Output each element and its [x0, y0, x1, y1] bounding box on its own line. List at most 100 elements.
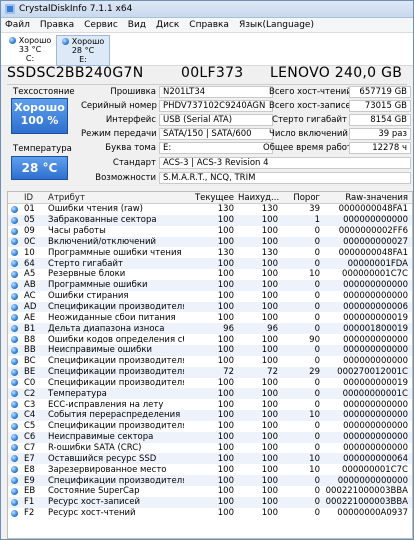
status-good-icon — [8, 422, 24, 430]
erased-gb-label: Стерто гигабайт — [272, 115, 347, 125]
attr-threshold: 0 — [314, 497, 320, 508]
attr-worst: 100 — [261, 312, 278, 323]
table-row[interactable]: F2 Ресурс хост-чтений 100 100 0 00000000A0937 — [8, 507, 412, 519]
attr-name: Спецификации производителя — [48, 377, 184, 388]
attr-raw: 000000000000 — [343, 334, 408, 345]
table-row[interactable]: F1 Ресурс хост-записей 100 100 0 000221000003… — [8, 496, 412, 508]
attr-current: 100 — [217, 399, 234, 410]
status-good-icon — [11, 281, 18, 289]
attr-name: Неисправимые сектора — [48, 432, 154, 443]
power-on-count-value: 39 раз — [349, 128, 411, 140]
table-row[interactable]: E9 Спецификации производителя 100 100 0 00000… — [8, 475, 412, 486]
firmware-label: Прошивка — [110, 87, 156, 97]
table-row[interactable]: 0C Включений/отключений 100 100 0 00000000002… — [8, 236, 412, 248]
status-good-icon — [8, 325, 24, 333]
firmware-value: N201LT34 — [159, 86, 273, 98]
drive-c-button[interactable]: Хорошо 33 °C C: — [4, 35, 56, 64]
status-good-icon — [8, 270, 24, 278]
status-good-icon — [11, 314, 18, 322]
transfer-mode-label: Режим передачи — [81, 129, 157, 139]
table-row[interactable]: 01 Ошибки чтения (raw) 130 130 39 0000000048F… — [8, 204, 412, 215]
menu-edit[interactable]: Правка — [40, 20, 74, 30]
status-good-icon — [11, 325, 18, 333]
host-writes-value: 73015 GB — [349, 100, 411, 112]
table-row[interactable]: AE Неожиданные сбои питания 100 100 0 0000000… — [8, 312, 412, 324]
attr-id: F1 — [24, 497, 35, 508]
attr-threshold: 0 — [314, 399, 320, 410]
attr-threshold: 0 — [314, 291, 320, 302]
status-good-icon — [8, 477, 24, 485]
table-row[interactable]: 09 Часы работы 100 100 0 0000000002FF6 — [8, 225, 412, 237]
col-id[interactable]: ID — [24, 193, 48, 203]
drive-e-button[interactable]: Хорошо 28 °C E: — [56, 35, 110, 66]
attr-worst: 130 — [261, 204, 278, 215]
table-row[interactable]: C7 R-ошибки SATA (CRC) 100 100 0 000000000000 — [8, 442, 412, 454]
attr-name: Программные ошибки чтения — [48, 247, 182, 258]
attr-worst: 100 — [261, 442, 278, 453]
attr-threshold: 10 — [309, 464, 320, 475]
status-good-icon — [11, 216, 18, 224]
table-row[interactable]: AC Ошибки стирания 100 100 0 000000000000 — [8, 290, 412, 302]
attr-threshold: 0 — [314, 475, 320, 486]
volume-letter-value: E: — [159, 142, 273, 154]
attr-raw: 000221000003BBA — [325, 497, 408, 508]
smart-table-body: 01 Ошибки чтения (raw) 130 130 39 0000000048F… — [8, 204, 412, 519]
attr-raw: 000000000000 — [343, 421, 408, 432]
table-row[interactable]: C5 Спецификации производителя 100 100 0 00000… — [8, 420, 412, 432]
attr-threshold: 0 — [314, 312, 320, 323]
status-good-icon — [8, 37, 16, 44]
health-status-button[interactable]: Хорошо 100 % — [11, 98, 68, 134]
power-on-hours-value: 12278 ч — [349, 142, 411, 154]
attr-worst: 100 — [261, 236, 278, 247]
smart-table-header: ID Атрибут Текущее Наихуд... Порог Raw-з… — [8, 192, 412, 204]
table-row[interactable]: C0 Спецификации производителя 100 100 0 00000… — [8, 377, 412, 389]
attr-raw: 000000000000 — [343, 399, 408, 410]
col-current[interactable]: Текущее — [184, 193, 238, 203]
table-row[interactable]: AB Программные ошибки 100 100 0 000000000000 — [8, 279, 412, 291]
status-good-icon — [11, 379, 18, 387]
table-row[interactable]: E7 Оставшийся ресурс SSD 100 100 10 000000000… — [8, 453, 412, 465]
attr-name: Неисправимые ошибки — [48, 345, 152, 356]
attr-raw: 000001800019 — [343, 323, 408, 334]
table-row[interactable]: C4 События перераспределения 100 100 10 00000… — [8, 410, 412, 421]
status-good-icon — [11, 390, 18, 398]
attr-raw: 000000000000 — [343, 410, 408, 421]
table-row[interactable]: EB Состояние SuperCap 100 100 0 000221000003B… — [8, 485, 412, 497]
attr-worst: 100 — [261, 508, 278, 519]
status-good-icon — [11, 498, 18, 506]
table-row[interactable]: C3 ECC-исправления на лету 100 100 0 00000000… — [8, 399, 412, 411]
table-row[interactable]: A5 Резервные блоки 100 100 10 000000001C7C — [8, 269, 412, 280]
status-good-icon — [11, 357, 18, 365]
table-row[interactable]: BC Спецификации производителя 100 100 0 00000… — [8, 355, 412, 367]
menu-disk[interactable]: Диск — [156, 20, 179, 30]
col-worst[interactable]: Наихуд... — [238, 193, 282, 203]
status-good-icon — [11, 346, 18, 354]
table-row[interactable]: 10 Программные ошибки чтения 130 130 0 000000… — [8, 247, 412, 259]
menu-help[interactable]: Справка — [189, 20, 229, 30]
menu-service[interactable]: Сервис — [84, 20, 118, 30]
menu-language[interactable]: Язык(Language) — [239, 20, 314, 30]
menu-view[interactable]: Вид — [128, 20, 146, 30]
attr-id: 10 — [24, 247, 35, 258]
table-row[interactable]: C2 Температура 100 100 0 00000000001C — [8, 388, 412, 400]
table-row[interactable]: C6 Неисправимые сектора 100 100 0 00000000000… — [8, 431, 412, 443]
col-attr[interactable]: Атрибут — [48, 193, 184, 203]
table-row[interactable]: 64 Стерто гигабайт 100 100 0 00000001FDA — [8, 258, 412, 270]
col-raw[interactable]: Raw-значения — [324, 193, 410, 203]
table-row[interactable]: B8 Ошибки кодов определения сбоев... 100 10… — [8, 334, 412, 345]
table-row[interactable]: 05 Забракованные сектора 100 100 1 0000000000… — [8, 214, 412, 226]
table-row[interactable]: BB Неисправимые ошибки 100 100 0 000000000000 — [8, 344, 412, 356]
menu-file[interactable]: Файл — [5, 20, 30, 30]
status-good-icon — [8, 249, 24, 257]
table-row[interactable]: BE Спецификации производителя 72 72 29 000270… — [8, 366, 412, 378]
drive-temp: 28 °C — [71, 46, 95, 55]
attr-threshold: 0 — [314, 236, 320, 247]
table-row[interactable]: B1 Дельта диапазона износа 96 96 0 0000018000… — [8, 323, 412, 335]
attr-worst: 100 — [261, 226, 278, 237]
status-good-icon — [8, 433, 24, 441]
table-row[interactable]: E8 Зарезервированное место 100 100 10 0000000… — [8, 464, 412, 476]
temperature-button[interactable]: 28 °C — [11, 156, 68, 180]
attr-raw: 000000000019 — [343, 377, 408, 388]
col-threshold[interactable]: Порог — [282, 193, 324, 203]
table-row[interactable]: AD Спецификации производителя 100 100 0 00000… — [8, 301, 412, 313]
